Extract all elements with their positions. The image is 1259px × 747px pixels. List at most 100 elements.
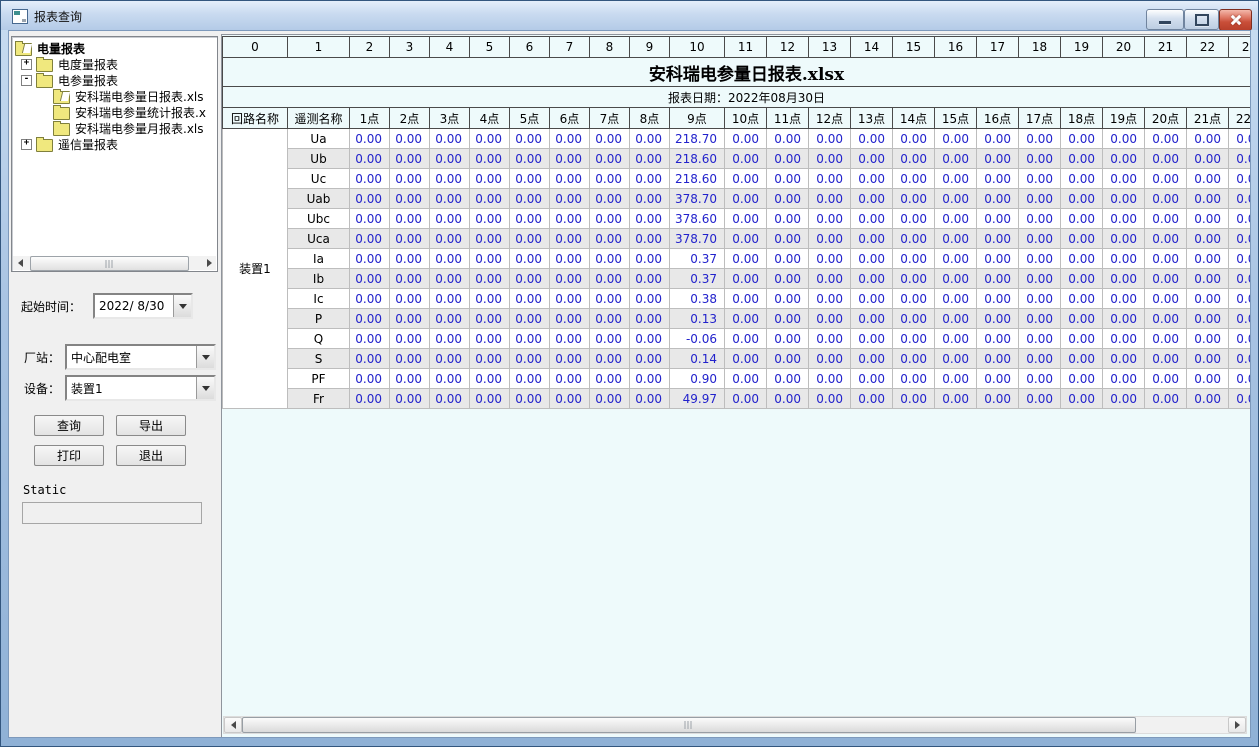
value-cell[interactable]: 0.00 bbox=[1229, 269, 1251, 289]
value-cell[interactable]: 0.00 bbox=[630, 149, 670, 169]
value-cell[interactable]: 0.00 bbox=[590, 129, 630, 149]
tree-item[interactable]: +遥信量报表 bbox=[12, 136, 217, 152]
value-cell[interactable]: 0.00 bbox=[893, 249, 935, 269]
value-cell[interactable]: 0.00 bbox=[1019, 169, 1061, 189]
value-cell[interactable]: 0.00 bbox=[851, 249, 893, 269]
telemetry-name-cell[interactable]: PF bbox=[288, 369, 350, 389]
tree-expander-icon[interactable]: + bbox=[21, 139, 32, 150]
value-cell[interactable]: 0.00 bbox=[550, 369, 590, 389]
value-cell[interactable]: 0.00 bbox=[590, 389, 630, 409]
value-cell[interactable]: 0.00 bbox=[935, 369, 977, 389]
value-cell[interactable]: 0.00 bbox=[893, 129, 935, 149]
value-cell[interactable]: 0.00 bbox=[767, 249, 809, 269]
value-cell[interactable]: 0.00 bbox=[977, 329, 1019, 349]
value-cell[interactable]: 0.00 bbox=[390, 249, 430, 269]
value-cell[interactable]: 0.00 bbox=[809, 309, 851, 329]
value-cell[interactable]: 0.00 bbox=[350, 389, 390, 409]
value-cell[interactable]: 0.00 bbox=[1061, 249, 1103, 269]
value-cell[interactable]: 0.00 bbox=[590, 329, 630, 349]
value-cell[interactable]: 0.00 bbox=[893, 329, 935, 349]
value-cell[interactable]: 0.00 bbox=[510, 249, 550, 269]
value-cell[interactable]: 0.00 bbox=[1187, 369, 1229, 389]
value-cell[interactable]: 0.00 bbox=[390, 389, 430, 409]
value-cell[interactable]: 0.00 bbox=[935, 309, 977, 329]
value-cell[interactable]: 0.00 bbox=[390, 229, 430, 249]
value-cell[interactable]: 0.00 bbox=[390, 329, 430, 349]
value-cell[interactable]: 0.00 bbox=[1187, 269, 1229, 289]
value-cell[interactable]: 0.00 bbox=[1187, 189, 1229, 209]
value-cell[interactable]: 0.00 bbox=[1061, 389, 1103, 409]
value-cell[interactable]: 0.00 bbox=[470, 349, 510, 369]
export-button[interactable]: 导出 bbox=[116, 415, 186, 436]
value-cell[interactable]: 0.00 bbox=[510, 189, 550, 209]
value-cell[interactable]: 0.00 bbox=[1145, 169, 1187, 189]
value-cell[interactable]: 0.00 bbox=[1145, 229, 1187, 249]
value-cell[interactable]: 0.00 bbox=[1187, 309, 1229, 329]
value-cell[interactable]: 0.00 bbox=[1061, 309, 1103, 329]
value-cell[interactable]: 0.00 bbox=[1103, 149, 1145, 169]
value-cell[interactable]: 0.00 bbox=[390, 369, 430, 389]
grid-column-number[interactable]: 7 bbox=[550, 37, 590, 58]
value-cell[interactable]: 0.00 bbox=[350, 269, 390, 289]
value-cell[interactable]: 0.00 bbox=[430, 309, 470, 329]
value-cell[interactable]: 0.00 bbox=[470, 229, 510, 249]
grid-column-number[interactable]: 15 bbox=[893, 37, 935, 58]
value-cell[interactable]: 0.00 bbox=[725, 369, 767, 389]
value-cell[interactable]: 0.00 bbox=[809, 249, 851, 269]
value-cell[interactable]: 0.00 bbox=[1229, 149, 1251, 169]
value-cell[interactable]: 0.00 bbox=[809, 129, 851, 149]
value-cell[interactable]: 0.00 bbox=[767, 349, 809, 369]
telemetry-name-cell[interactable]: Fr bbox=[288, 389, 350, 409]
value-cell[interactable]: 0.00 bbox=[1145, 389, 1187, 409]
tree-expander-icon[interactable]: - bbox=[21, 75, 32, 86]
value-cell[interactable]: 0.00 bbox=[630, 329, 670, 349]
col-header-hour[interactable]: 3点 bbox=[430, 108, 470, 129]
value-cell[interactable]: 0.00 bbox=[550, 209, 590, 229]
value-cell[interactable]: 0.00 bbox=[977, 169, 1019, 189]
value-cell[interactable]: 0.00 bbox=[630, 269, 670, 289]
value-cell[interactable]: 0.00 bbox=[1187, 349, 1229, 369]
value-cell[interactable]: 0.00 bbox=[893, 289, 935, 309]
telemetry-name-cell[interactable]: Ubc bbox=[288, 209, 350, 229]
value-cell[interactable]: 0.00 bbox=[725, 289, 767, 309]
value-cell[interactable]: 0.00 bbox=[1061, 169, 1103, 189]
scroll-left-button[interactable] bbox=[13, 256, 27, 270]
grid-column-number[interactable]: 22 bbox=[1187, 37, 1229, 58]
value-cell[interactable]: 0.00 bbox=[510, 389, 550, 409]
value-cell[interactable]: 0.00 bbox=[630, 289, 670, 309]
col-header-hour[interactable]: 15点 bbox=[935, 108, 977, 129]
value-cell[interactable]: 0.00 bbox=[430, 129, 470, 149]
value-cell[interactable]: 0.00 bbox=[430, 369, 470, 389]
value-cell[interactable]: 0.00 bbox=[350, 249, 390, 269]
value-cell[interactable]: 0.00 bbox=[1145, 349, 1187, 369]
value-cell[interactable]: 49.97 bbox=[670, 389, 725, 409]
grid-column-number[interactable]: 13 bbox=[809, 37, 851, 58]
value-cell[interactable]: 0.00 bbox=[1061, 369, 1103, 389]
value-cell[interactable]: 0.00 bbox=[725, 269, 767, 289]
value-cell[interactable]: 0.00 bbox=[1019, 349, 1061, 369]
value-cell[interactable]: 0.00 bbox=[470, 309, 510, 329]
value-cell[interactable]: 0.00 bbox=[1229, 169, 1251, 189]
value-cell[interactable]: 0.00 bbox=[510, 309, 550, 329]
value-cell[interactable]: 378.70 bbox=[670, 229, 725, 249]
date-dropdown-button[interactable] bbox=[173, 295, 191, 317]
value-cell[interactable]: 0.00 bbox=[510, 289, 550, 309]
value-cell[interactable]: 0.00 bbox=[977, 289, 1019, 309]
value-cell[interactable]: 0.00 bbox=[767, 329, 809, 349]
value-cell[interactable]: 378.60 bbox=[670, 209, 725, 229]
value-cell[interactable]: 0.00 bbox=[550, 289, 590, 309]
value-cell[interactable]: 0.00 bbox=[350, 129, 390, 149]
grid-column-number[interactable]: 8 bbox=[590, 37, 630, 58]
value-cell[interactable]: 0.00 bbox=[1187, 129, 1229, 149]
grid-column-number[interactable]: 17 bbox=[977, 37, 1019, 58]
value-cell[interactable]: 0.00 bbox=[550, 249, 590, 269]
value-cell[interactable]: 0.00 bbox=[1061, 209, 1103, 229]
value-cell[interactable]: 0.00 bbox=[977, 229, 1019, 249]
value-cell[interactable]: 0.00 bbox=[977, 349, 1019, 369]
value-cell[interactable]: 0.00 bbox=[590, 349, 630, 369]
value-cell[interactable]: 0.00 bbox=[510, 269, 550, 289]
value-cell[interactable]: 0.00 bbox=[470, 129, 510, 149]
exit-button[interactable]: 退出 bbox=[116, 445, 186, 466]
value-cell[interactable]: 0.00 bbox=[1229, 189, 1251, 209]
value-cell[interactable]: 0.00 bbox=[1019, 289, 1061, 309]
